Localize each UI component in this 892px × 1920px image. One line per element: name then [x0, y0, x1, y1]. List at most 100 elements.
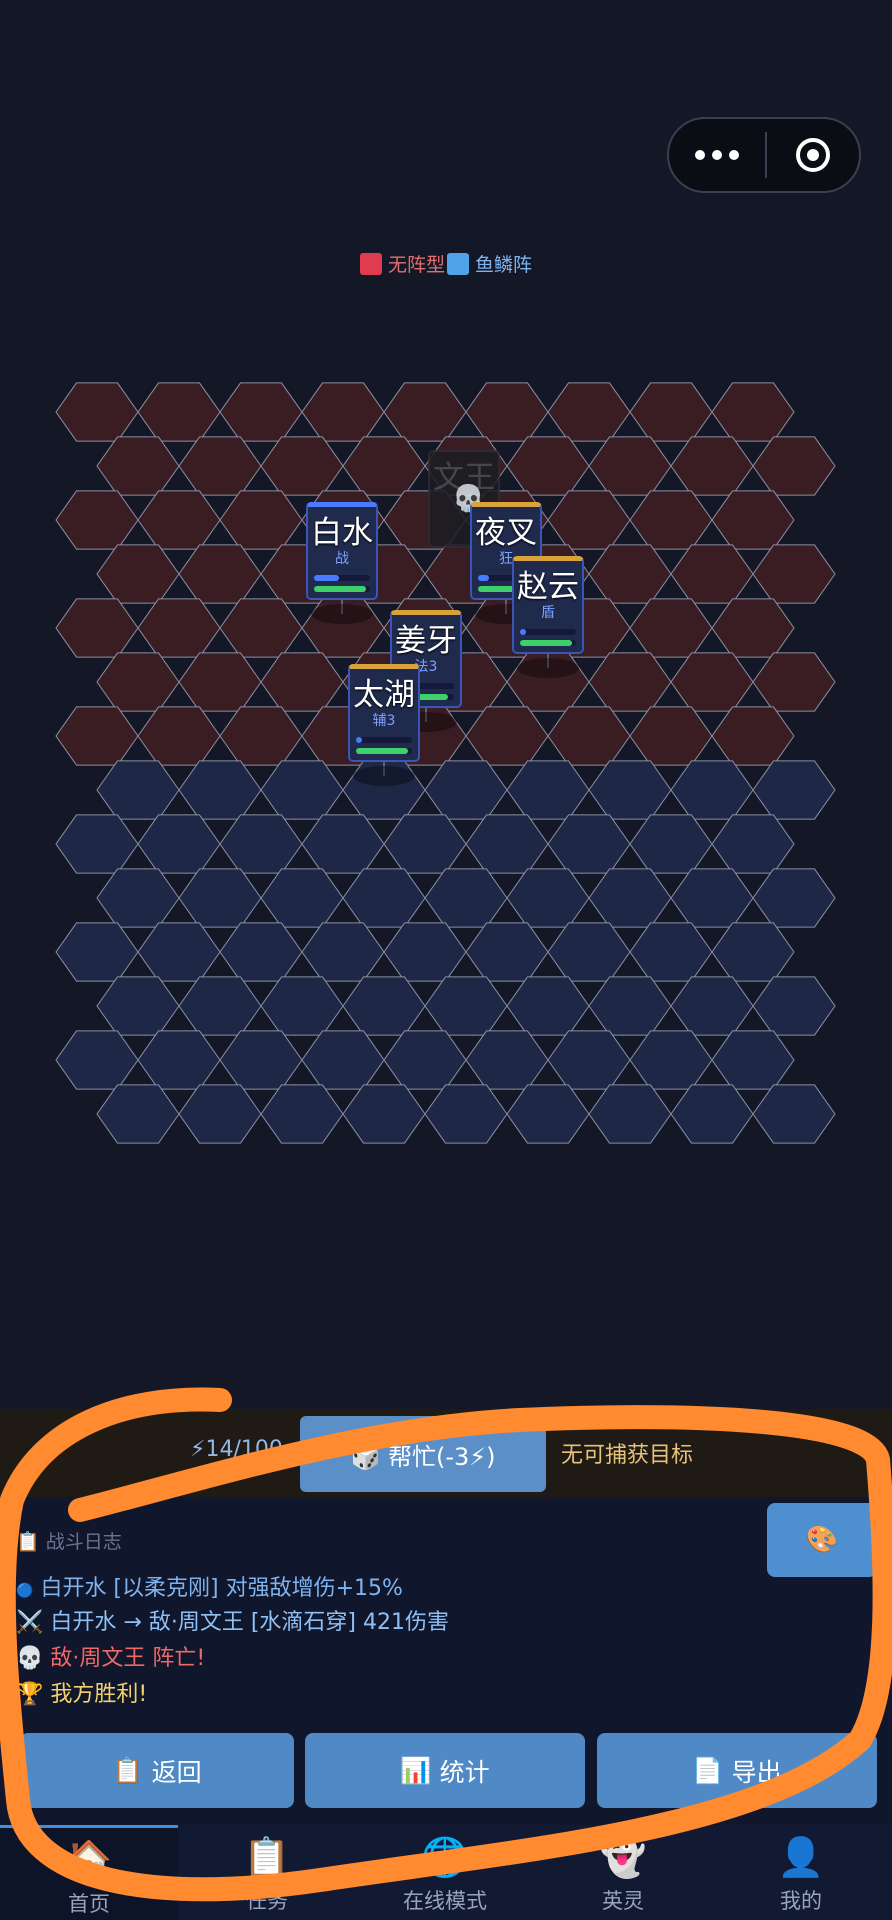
ally-hex-cell[interactable]	[137, 1030, 221, 1090]
ally-hex-cell[interactable]	[547, 1030, 631, 1090]
tab-home[interactable]: 🏠 首页	[0, 1825, 178, 1920]
ally-hex-cell[interactable]	[424, 1084, 508, 1144]
enemy-hex-cell[interactable]	[301, 382, 385, 442]
ally-hex-cell[interactable]	[219, 814, 303, 874]
target-circle-icon[interactable]	[767, 138, 859, 172]
enemy-hex-cell[interactable]	[547, 490, 631, 550]
enemy-hex-cell[interactable]	[137, 382, 221, 442]
ally-hex-cell[interactable]	[506, 868, 590, 928]
ally-hex-cell[interactable]	[588, 1084, 672, 1144]
enemy-hex-cell[interactable]	[219, 490, 303, 550]
ally-hex-cell[interactable]	[342, 1084, 426, 1144]
ally-hex-cell[interactable]	[342, 976, 426, 1036]
ally-hex-cell[interactable]	[588, 868, 672, 928]
enemy-hex-cell[interactable]	[547, 706, 631, 766]
back-button[interactable]: 📋 返回	[20, 1733, 294, 1808]
ally-hex-cell[interactable]	[260, 1084, 344, 1144]
ally-hex-cell[interactable]	[260, 868, 344, 928]
ally-hex-cell[interactable]	[670, 760, 754, 820]
ally-hex-cell[interactable]	[219, 1030, 303, 1090]
ally-hex-cell[interactable]	[752, 868, 836, 928]
ally-hex-cell[interactable]	[96, 1084, 180, 1144]
ally-hex-cell[interactable]	[301, 814, 385, 874]
ally-hex-cell[interactable]	[506, 976, 590, 1036]
enemy-hex-cell[interactable]	[465, 382, 549, 442]
enemy-hex-cell[interactable]	[629, 382, 713, 442]
enemy-hex-cell[interactable]	[96, 652, 180, 712]
ally-hex-cell[interactable]	[424, 976, 508, 1036]
enemy-hex-cell[interactable]	[96, 436, 180, 496]
enemy-hex-cell[interactable]	[629, 490, 713, 550]
enemy-hex-cell[interactable]	[55, 706, 139, 766]
ally-hex-cell[interactable]	[178, 760, 262, 820]
ally-hex-cell[interactable]	[752, 976, 836, 1036]
ally-hex-cell[interactable]	[96, 868, 180, 928]
enemy-hex-cell[interactable]	[711, 706, 795, 766]
ally-hex-cell[interactable]	[629, 922, 713, 982]
enemy-hex-cell[interactable]	[629, 706, 713, 766]
unit-card-taihu[interactable]: 太湖 辅3	[348, 664, 420, 786]
enemy-hex-cell[interactable]	[752, 652, 836, 712]
ally-hex-cell[interactable]	[96, 760, 180, 820]
unit-card-zhaoyun[interactable]: 赵云 盾	[512, 556, 584, 678]
ally-hex-cell[interactable]	[629, 814, 713, 874]
enemy-hex-cell[interactable]	[588, 652, 672, 712]
ally-hex-cell[interactable]	[424, 760, 508, 820]
more-dots-icon[interactable]	[669, 150, 765, 160]
enemy-hex-cell[interactable]	[137, 598, 221, 658]
ally-hex-cell[interactable]	[588, 760, 672, 820]
enemy-hex-cell[interactable]	[55, 490, 139, 550]
enemy-hex-cell[interactable]	[711, 382, 795, 442]
ally-hex-cell[interactable]	[260, 976, 344, 1036]
ally-hex-cell[interactable]	[178, 868, 262, 928]
enemy-hex-cell[interactable]	[506, 436, 590, 496]
enemy-hex-cell[interactable]	[55, 598, 139, 658]
enemy-hex-cell[interactable]	[588, 436, 672, 496]
enemy-hex-cell[interactable]	[342, 436, 426, 496]
stats-button[interactable]: 📊 统计	[305, 1733, 585, 1808]
ally-hex-cell[interactable]	[588, 976, 672, 1036]
tab-mine[interactable]: 👤 我的	[712, 1825, 890, 1920]
help-button[interactable]: 🎲 帮忙(-3⚡)	[300, 1416, 546, 1492]
ally-hex-cell[interactable]	[55, 814, 139, 874]
ally-hex-cell[interactable]	[178, 976, 262, 1036]
ally-hex-cell[interactable]	[178, 1084, 262, 1144]
ally-hex-cell[interactable]	[55, 1030, 139, 1090]
ally-hex-cell[interactable]	[342, 868, 426, 928]
ally-hex-cell[interactable]	[670, 976, 754, 1036]
ally-hex-cell[interactable]	[711, 1030, 795, 1090]
ally-hex-cell[interactable]	[711, 922, 795, 982]
tab-tasks[interactable]: 📋 任务	[178, 1825, 356, 1920]
ally-hex-cell[interactable]	[137, 814, 221, 874]
enemy-hex-cell[interactable]	[752, 436, 836, 496]
export-button[interactable]: 📄 导出	[597, 1733, 877, 1808]
ally-hex-cell[interactable]	[629, 1030, 713, 1090]
ally-hex-cell[interactable]	[752, 760, 836, 820]
ally-hex-cell[interactable]	[383, 922, 467, 982]
ally-hex-cell[interactable]	[465, 1030, 549, 1090]
enemy-hex-cell[interactable]	[383, 382, 467, 442]
enemy-hex-cell[interactable]	[219, 382, 303, 442]
ally-hex-cell[interactable]	[383, 1030, 467, 1090]
ally-hex-cell[interactable]	[752, 1084, 836, 1144]
enemy-hex-cell[interactable]	[670, 544, 754, 604]
enemy-hex-cell[interactable]	[711, 490, 795, 550]
ally-hex-cell[interactable]	[547, 922, 631, 982]
palette-button[interactable]: 🎨	[767, 1503, 877, 1577]
ally-hex-cell[interactable]	[670, 1084, 754, 1144]
enemy-hex-cell[interactable]	[260, 652, 344, 712]
ally-hex-cell[interactable]	[465, 922, 549, 982]
enemy-hex-cell[interactable]	[219, 598, 303, 658]
enemy-hex-cell[interactable]	[752, 544, 836, 604]
enemy-hex-cell[interactable]	[629, 598, 713, 658]
ally-hex-cell[interactable]	[670, 868, 754, 928]
enemy-hex-cell[interactable]	[96, 544, 180, 604]
enemy-hex-cell[interactable]	[547, 382, 631, 442]
ally-hex-cell[interactable]	[260, 760, 344, 820]
ally-hex-cell[interactable]	[301, 922, 385, 982]
enemy-hex-cell[interactable]	[260, 436, 344, 496]
ally-hex-cell[interactable]	[424, 868, 508, 928]
enemy-hex-cell[interactable]	[670, 436, 754, 496]
enemy-hex-cell[interactable]	[55, 382, 139, 442]
enemy-hex-cell[interactable]	[137, 490, 221, 550]
